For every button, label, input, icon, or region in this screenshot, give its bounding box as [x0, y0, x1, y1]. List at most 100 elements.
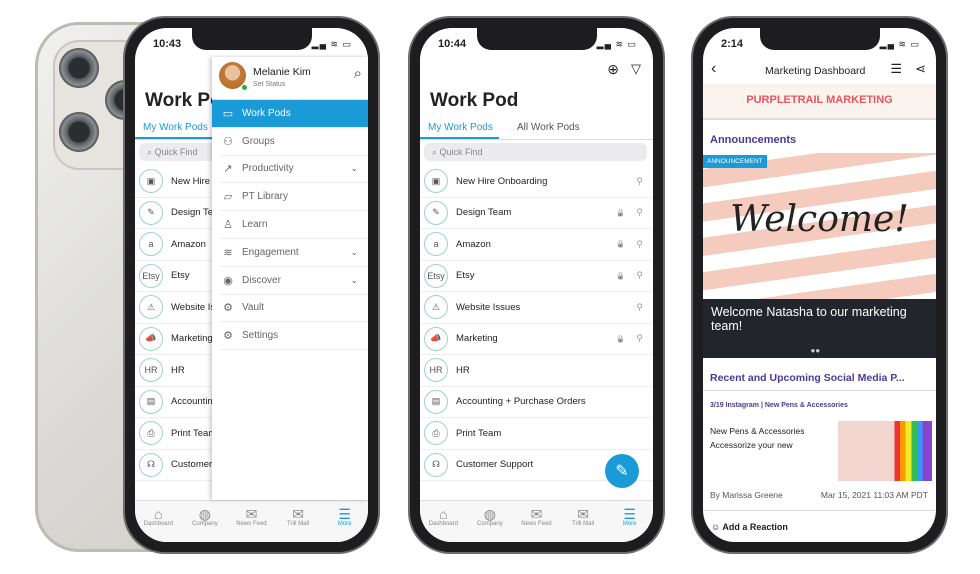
- page-title: Work Pod: [430, 90, 519, 111]
- announcement-image[interactable]: ANNOUNCEMENT Welcome!: [703, 153, 936, 299]
- pin-icon[interactable]: ⚲: [636, 302, 643, 313]
- pod-name: Marketing: [171, 333, 213, 345]
- post-line: Accessorize your new: [710, 440, 793, 450]
- pod-name: New Hire Onboarding: [456, 175, 548, 187]
- post-image[interactable]: [838, 421, 932, 481]
- onboarding-icon: ▣: [424, 169, 448, 194]
- search-input[interactable]: ⌕ Quick Find: [424, 143, 647, 161]
- tab-more[interactable]: ☰ More: [606, 501, 653, 542]
- post-tag[interactable]: 3/19 Instagram | New Pens & Accessories: [710, 402, 848, 409]
- pod-name: HR: [171, 364, 185, 376]
- phone-3-screen: 2:14 ▂▄ ≋ ▭ ‹ Marketing Dashboard ☰ ⋖ PU…: [703, 28, 936, 542]
- back-icon[interactable]: ‹: [711, 60, 716, 78]
- list-item[interactable]: HR HR: [420, 355, 653, 387]
- pod-name: Design Team: [456, 207, 512, 219]
- menu-item-discover[interactable]: ◉ Discover ⌄: [220, 267, 368, 295]
- tab-bar: ⌂ Dashboard ◍ Company ✉ News Feed ✉ Trill Mail ☰…: [135, 500, 368, 542]
- camera-lens-icon: [59, 112, 99, 152]
- onboarding-icon: ▣: [139, 169, 163, 194]
- menu-item-work-pods[interactable]: ▭ Work Pods: [212, 100, 368, 128]
- list-item[interactable]: ▣ New Hire Onboarding ⚲: [420, 166, 653, 198]
- amazon-logo-icon: a: [139, 232, 163, 257]
- list-item[interactable]: ▤ Accounting + Purchase Orders: [420, 387, 653, 418]
- chevron-down-icon: ⌄: [350, 163, 358, 174]
- list-item[interactable]: ⎙ Print Team: [420, 418, 653, 450]
- chevron-down-icon: ⌄: [350, 246, 358, 257]
- phone-1: 10:43 ▂▄ ≋ ▭ Work Pods My Work Pods ⌕ Qu…: [125, 18, 378, 552]
- pin-icon[interactable]: ⚲: [636, 239, 643, 250]
- tab-label: News Feed: [521, 521, 552, 527]
- megaphone-icon: 📣: [139, 326, 163, 351]
- list-icon[interactable]: ☰: [890, 61, 902, 77]
- globe-icon: ◍: [198, 506, 211, 522]
- divider: [703, 510, 936, 511]
- menu-item-vault[interactable]: ⚙ Vault: [220, 295, 368, 323]
- edit-icon: ✎: [615, 463, 629, 480]
- hr-icon: HR: [424, 358, 448, 383]
- menu-item-pt-library[interactable]: ▱ PT Library: [220, 183, 368, 212]
- pin-icon[interactable]: ⚲: [636, 333, 643, 344]
- menu-item-engagement[interactable]: ≋ Engagement ⌄: [220, 239, 368, 267]
- pod-name: Print Team: [456, 427, 502, 439]
- status-icons: ▂▄ ≋ ▭: [879, 39, 920, 49]
- menu-item-productivity[interactable]: ↗ Productivity ⌄: [220, 156, 368, 184]
- tab-my-work-pods[interactable]: My Work Pods: [135, 122, 214, 139]
- pin-icon[interactable]: ⚲: [636, 176, 643, 187]
- add-icon[interactable]: ⊕: [607, 61, 619, 78]
- carousel-dots[interactable]: ●●: [811, 346, 821, 355]
- menu-icon: ☰: [338, 506, 351, 522]
- learn-icon: ♙: [223, 219, 233, 232]
- pod-name: Website Issues: [456, 301, 521, 313]
- menu-item-learn[interactable]: ♙ Learn: [220, 211, 368, 239]
- groups-icon: ⚇: [223, 135, 233, 148]
- post-date: Mar 15, 2021 11:03 AM PDT: [820, 490, 928, 500]
- online-status-icon: [241, 84, 248, 91]
- announcements-heading: Announcements: [710, 134, 797, 146]
- folder-icon: ▱: [223, 191, 233, 204]
- pin-icon[interactable]: ⚲: [636, 270, 643, 281]
- set-status-link[interactable]: Set Status: [253, 81, 285, 88]
- menu-item-groups[interactable]: ⚇ Groups: [220, 128, 368, 156]
- share-icon[interactable]: ⋖: [915, 61, 926, 77]
- handshake-icon: ≋: [223, 246, 233, 259]
- compose-button[interactable]: ✎: [605, 454, 639, 488]
- pod-name: Print Team: [171, 427, 217, 439]
- tab-label: Company: [477, 521, 503, 527]
- tab-more[interactable]: ☰ More: [321, 501, 368, 542]
- add-reaction-button[interactable]: ☺ Add a Reaction: [711, 522, 788, 532]
- list-item[interactable]: a Amazon ⚲ 🔒: [420, 229, 653, 261]
- tab-company[interactable]: ◍ Company: [467, 501, 514, 542]
- filter-icon[interactable]: ▽: [631, 61, 641, 77]
- warning-icon: ⚠: [424, 295, 448, 320]
- list-item[interactable]: 📣 Marketing ⚲ 🔒: [420, 324, 653, 355]
- tab-news-feed[interactable]: ✉ News Feed: [228, 501, 275, 542]
- add-reaction-label: Add a Reaction: [722, 522, 788, 532]
- tab-all-work-pods[interactable]: All Work Pods: [517, 122, 580, 133]
- menu-item-settings[interactable]: ⚙ Settings: [220, 322, 368, 351]
- tab-label: Company: [192, 521, 218, 527]
- tab-dashboard[interactable]: ⌂ Dashboard: [420, 501, 467, 542]
- list-item[interactable]: ⚠ Website Issues ⚲: [420, 292, 653, 324]
- pin-icon[interactable]: ⚲: [636, 207, 643, 218]
- post-line: New Pens & Accessories: [710, 426, 805, 436]
- menu-item-label: Engagement: [242, 246, 299, 258]
- mail-icon: ✉: [577, 506, 589, 522]
- printer-icon: ⎙: [424, 421, 448, 446]
- tab-trill-mail[interactable]: ✉ Trill Mail: [560, 501, 607, 542]
- side-drawer: Melanie Kim Set Status ⌕ ▭ Work Pods ⚇ Grou…: [212, 57, 368, 500]
- chevron-down-icon: ⌄: [350, 274, 358, 285]
- tab-my-work-pods[interactable]: My Work Pods: [420, 122, 499, 139]
- headset-icon: ☊: [424, 452, 448, 477]
- tab-dashboard[interactable]: ⌂ Dashboard: [135, 501, 182, 542]
- list-item[interactable]: Etsy Etsy ⚲ 🔒: [420, 261, 653, 292]
- tab-trill-mail[interactable]: ✉ Trill Mail: [275, 501, 322, 542]
- tab-news-feed[interactable]: ✉ News Feed: [513, 501, 560, 542]
- pod-name: Customer Support: [456, 459, 534, 471]
- status-icons: ▂▄ ≋ ▭: [311, 39, 352, 49]
- announcement-caption: Welcome Natasha to our marketing team! ●…: [703, 299, 936, 358]
- gear-icon: ⚙: [223, 330, 233, 343]
- search-icon[interactable]: ⌕: [354, 65, 362, 82]
- list-item[interactable]: ✎ Design Team ⚲ 🔒: [420, 198, 653, 229]
- page-title: Marketing Dashboard: [765, 65, 866, 77]
- tab-company[interactable]: ◍ Company: [182, 501, 229, 542]
